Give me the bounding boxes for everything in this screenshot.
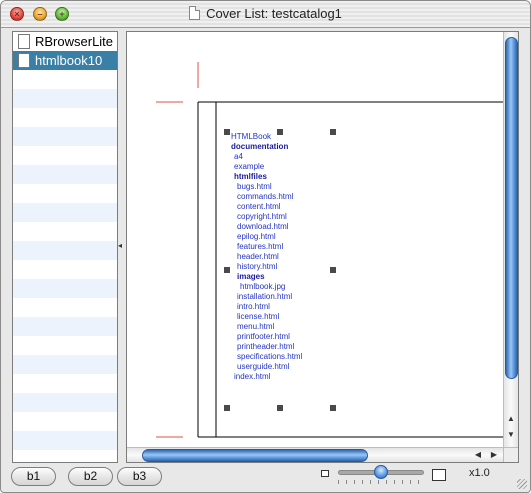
tree-item: userguide.html: [237, 362, 290, 371]
horizontal-scrollbar[interactable]: ◀ ▶: [127, 447, 504, 462]
tree-item: example: [234, 162, 265, 171]
tree-item: copyright.html: [237, 212, 287, 221]
tree-item: htmlbook.jpg: [240, 282, 286, 291]
vertical-scrollbar[interactable]: ▲ ▼: [503, 32, 518, 448]
title-bar[interactable]: × – + Cover List: testcatalog1: [1, 1, 530, 28]
tree-item: download.html: [237, 222, 289, 231]
zoom-out-icon[interactable]: [321, 470, 329, 477]
scroll-up-arrow-icon[interactable]: ▲: [504, 414, 518, 423]
scroll-right-arrow-icon[interactable]: ▶: [487, 450, 501, 459]
b3-button[interactable]: b3: [117, 467, 162, 486]
tree-item: intro.html: [237, 302, 270, 311]
tree-item: HTMLBook: [231, 132, 272, 141]
tree-item: printfooter.html: [237, 332, 290, 341]
tree-item: a4: [234, 152, 243, 161]
selection-handle[interactable]: [224, 267, 230, 273]
sidebar-rows: RBrowserLite htmlbook10: [13, 32, 117, 462]
zoom-slider-knob[interactable]: [374, 465, 388, 479]
tree-item: htmlfiles: [234, 172, 267, 181]
sidebar-item-rbrowserlite[interactable]: RBrowserLite: [13, 32, 117, 51]
cover-list-window: × – + Cover List: testcatalog1 RBrowserL…: [0, 0, 531, 493]
tree-item: license.html: [237, 312, 280, 321]
sidebar-item-label: RBrowserLite: [35, 34, 114, 49]
scroll-corner: [503, 447, 518, 462]
vertical-scroll-thumb[interactable]: [505, 37, 518, 379]
cover-page-svg: [156, 62, 504, 438]
horizontal-scroll-thumb[interactable]: [142, 449, 368, 462]
scroll-left-arrow-icon[interactable]: ◀: [471, 450, 485, 459]
tree-item: images: [237, 272, 265, 281]
document-icon: [189, 6, 201, 20]
window-title: Cover List: testcatalog1: [206, 6, 342, 21]
window-title-wrap: Cover List: testcatalog1: [1, 6, 530, 21]
b1-button[interactable]: b1: [11, 467, 56, 486]
split-view-handle[interactable]: ◂: [118, 241, 124, 251]
zoom-in-icon[interactable]: [432, 469, 446, 481]
tree-item: installation.html: [237, 292, 293, 301]
tree-item: commands.html: [237, 192, 294, 201]
selection-handle[interactable]: [330, 405, 336, 411]
tree-item: features.html: [237, 242, 284, 251]
b2-button[interactable]: b2: [68, 467, 113, 486]
cover-canvas[interactable]: HTMLBook documentation a4 example htmlfiles b…: [126, 31, 519, 463]
selection-handle[interactable]: [330, 129, 336, 135]
selection-handle[interactable]: [224, 405, 230, 411]
tree-item: epilog.html: [237, 232, 276, 241]
sidebar-item-label: htmlbook10: [35, 53, 103, 68]
tree-item: history.html: [237, 262, 278, 271]
tree-item: header.html: [237, 252, 279, 261]
tree-item: index.html: [234, 372, 271, 381]
resize-grip-icon[interactable]: [517, 479, 527, 489]
zoom-level-label: x1.0: [469, 467, 490, 479]
selection-handle[interactable]: [224, 129, 230, 135]
tree-item: bugs.html: [237, 182, 272, 191]
zoom-slider-ticks: [338, 480, 424, 484]
selection-handle[interactable]: [277, 129, 283, 135]
file-icon: [18, 34, 30, 49]
sidebar-item-htmlbook10[interactable]: htmlbook10: [13, 51, 117, 70]
tree-item: specifications.html: [237, 352, 303, 361]
tree-item: content.html: [237, 202, 281, 211]
selection-handle[interactable]: [277, 405, 283, 411]
file-icon: [18, 53, 30, 68]
bottom-toolbar: b1 b2 b3 x1.0: [1, 464, 530, 492]
tree-item: printheader.html: [237, 342, 295, 351]
tree-item: documentation: [231, 142, 289, 151]
tree-item: menu.html: [237, 322, 275, 331]
sidebar-list[interactable]: RBrowserLite htmlbook10: [12, 31, 118, 463]
selection-handle[interactable]: [330, 267, 336, 273]
scroll-down-arrow-icon[interactable]: ▼: [504, 430, 518, 439]
